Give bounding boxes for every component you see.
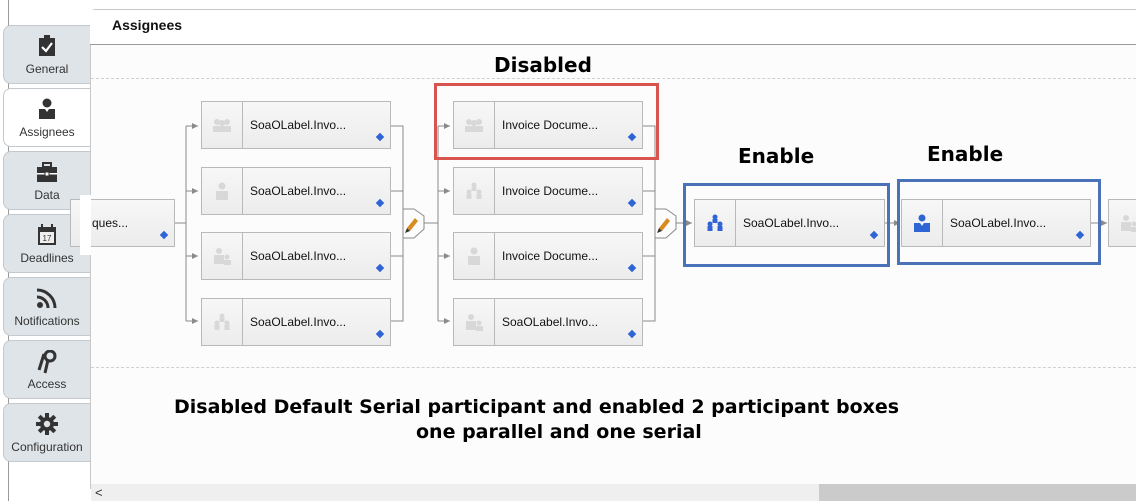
participant-label: ques... bbox=[92, 216, 129, 230]
pencil-icon bbox=[405, 218, 418, 233]
participant-label: SoaOLabel.Invo... bbox=[250, 118, 347, 132]
arrow-head bbox=[192, 188, 198, 194]
arrow-head bbox=[444, 318, 450, 324]
marker-diamond bbox=[627, 198, 637, 208]
arrow-head bbox=[444, 188, 450, 194]
user-group-icon bbox=[1109, 200, 1136, 246]
scroll-left-arrow-icon[interactable]: < bbox=[95, 484, 103, 501]
marker-diamond bbox=[159, 230, 169, 240]
arrow-head bbox=[444, 253, 450, 259]
participant-box[interactable]: SoaOLabel.Invo... bbox=[453, 298, 643, 346]
user-icon bbox=[202, 168, 243, 214]
scrollbar-thumb[interactable] bbox=[819, 484, 1136, 501]
annotation-enable: Enable bbox=[927, 142, 1004, 166]
participant-label: SoaOLabel.Invo... bbox=[250, 184, 347, 198]
arrow-head bbox=[192, 253, 198, 259]
participant-box[interactable]: SoaOLabel.Invo... bbox=[201, 232, 391, 280]
participant-label: SoaOLabel.Invo... bbox=[250, 249, 347, 263]
participant-box[interactable]: Invoice Docume... bbox=[453, 167, 643, 215]
pencil-icon bbox=[657, 218, 670, 233]
annotation-disabled: Disabled bbox=[494, 53, 592, 77]
participant-label: Invoice Docume... bbox=[502, 249, 599, 263]
marker-diamond bbox=[375, 329, 385, 339]
user-icon bbox=[454, 233, 495, 279]
group-icon bbox=[202, 102, 243, 148]
user-group-icon bbox=[202, 233, 243, 279]
enabled-highlight-box bbox=[683, 183, 890, 267]
marker-diamond bbox=[375, 263, 385, 273]
marker-diamond bbox=[627, 263, 637, 273]
marker-diamond bbox=[627, 329, 637, 339]
participant-label: Invoice Docume... bbox=[502, 184, 599, 198]
arrow-head bbox=[192, 318, 198, 324]
hierarchy-icon bbox=[454, 168, 495, 214]
horizontal-scrollbar[interactable]: < bbox=[91, 484, 1136, 501]
enabled-highlight-box bbox=[897, 179, 1101, 265]
participant-label: SoaOLabel.Invo... bbox=[250, 315, 347, 329]
participant-box[interactable]: SoaOLabel.Invo... bbox=[201, 101, 391, 149]
annotation-enable: Enable bbox=[738, 144, 815, 168]
annotation-caption-line1: Disabled Default Serial participant and … bbox=[174, 396, 900, 418]
participant-box[interactable]: SoaOLabel.Invo... bbox=[201, 167, 391, 215]
participant-box-trailing[interactable] bbox=[1108, 199, 1136, 247]
marker-diamond bbox=[375, 132, 385, 142]
disabled-highlight-box bbox=[434, 83, 659, 160]
participant-box[interactable]: SoaOLabel.Invo... bbox=[201, 298, 391, 346]
participant-label: SoaOLabel.Invo... bbox=[502, 315, 599, 329]
hierarchy-icon bbox=[202, 299, 243, 345]
user-group-icon bbox=[454, 299, 495, 345]
arrow-head bbox=[1101, 220, 1107, 226]
marker-diamond bbox=[375, 198, 385, 208]
canvas-edge-mask bbox=[80, 195, 91, 255]
arrow-head bbox=[192, 123, 198, 129]
participant-box[interactable]: Invoice Docume... bbox=[453, 232, 643, 280]
annotation-caption-line2: one parallel and one serial bbox=[416, 421, 702, 443]
